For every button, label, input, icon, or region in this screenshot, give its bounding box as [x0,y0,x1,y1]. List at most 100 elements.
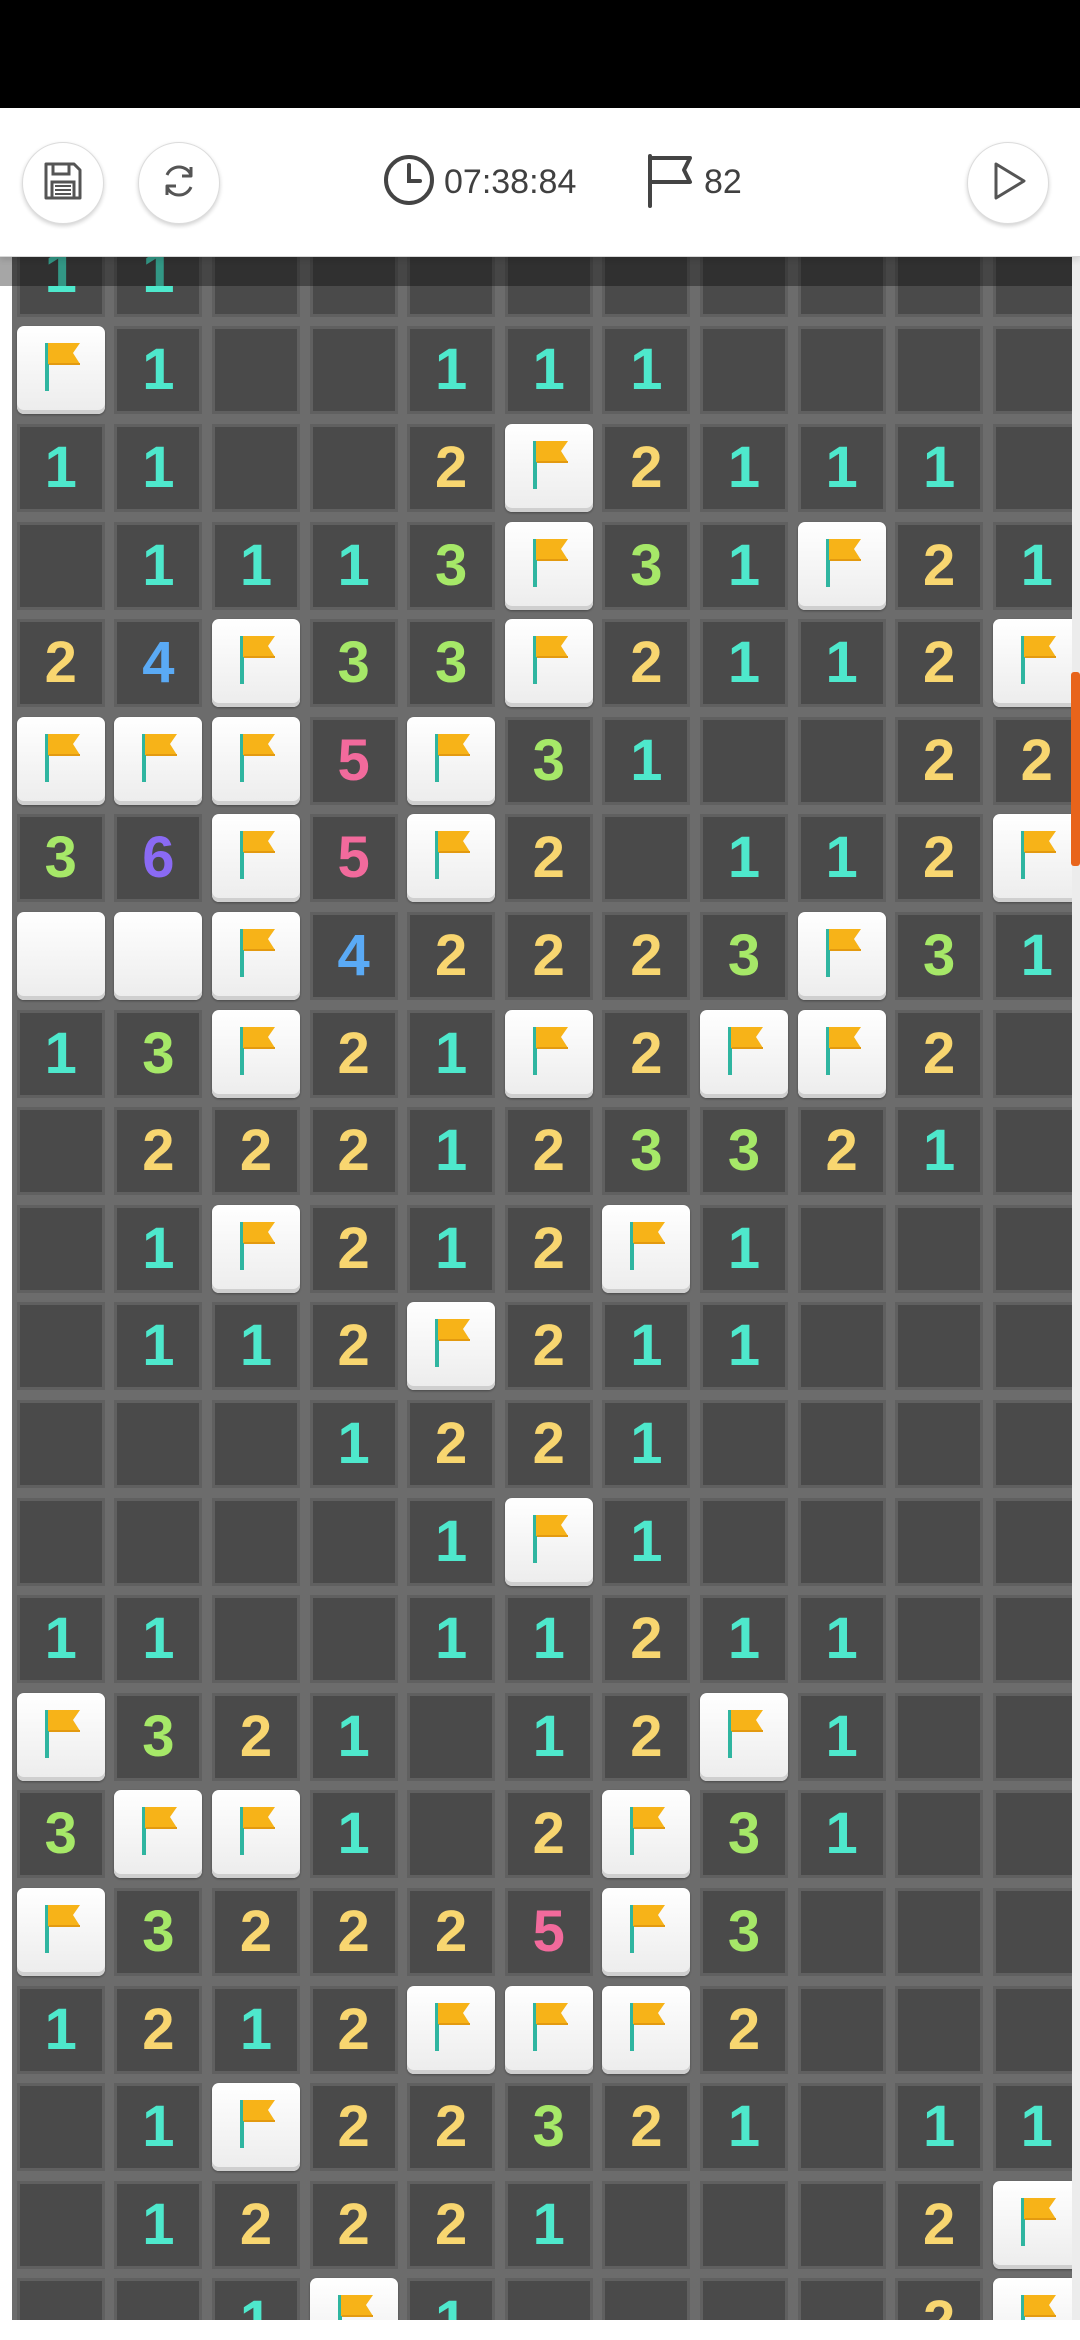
empty-cell[interactable] [895,1888,984,1976]
empty-cell[interactable] [992,1400,1080,1488]
number-cell[interactable]: 3 [114,1009,203,1098]
number-cell[interactable]: 2 [407,1888,496,1976]
number-cell[interactable]: 2 [504,912,593,1000]
empty-cell[interactable] [16,2278,105,2320]
number-cell[interactable]: 1 [504,1595,593,1684]
number-cell[interactable]: 2 [602,1595,691,1684]
number-cell[interactable]: 3 [895,912,984,1000]
number-cell[interactable]: 3 [700,1888,788,1976]
empty-cell[interactable] [16,1107,105,1196]
empty-cell[interactable] [309,424,398,512]
number-cell[interactable]: 2 [309,1888,398,1976]
number-cell[interactable]: 1 [114,326,203,415]
number-cell[interactable]: 1 [797,1790,886,1879]
empty-cell[interactable] [797,716,886,805]
number-cell[interactable]: 1 [407,326,496,415]
number-cell[interactable]: 2 [602,2083,691,2172]
flagged-cell[interactable] [16,326,105,415]
unrevealed-cell[interactable] [114,912,203,1000]
number-cell[interactable]: 4 [114,619,203,708]
empty-cell[interactable] [992,1692,1080,1781]
flagged-cell[interactable] [407,1302,496,1391]
empty-cell[interactable] [895,326,984,415]
empty-cell[interactable] [700,2180,788,2269]
flagged-cell[interactable] [700,1009,788,1098]
number-cell[interactable]: 1 [700,1204,788,1293]
number-cell[interactable]: 1 [407,2278,496,2320]
number-cell[interactable]: 2 [504,1204,593,1293]
empty-cell[interactable] [700,2278,788,2320]
empty-cell[interactable] [992,1888,1080,1976]
empty-cell[interactable] [992,1204,1080,1293]
flagged-cell[interactable] [602,1204,691,1293]
scrollbar-track[interactable] [1072,256,1080,2320]
number-cell[interactable]: 1 [797,619,886,708]
number-cell[interactable]: 2 [212,1107,300,1196]
number-cell[interactable]: 1 [602,326,691,415]
number-cell[interactable]: 5 [504,1888,593,1976]
number-cell[interactable]: 1 [602,1497,691,1586]
empty-cell[interactable] [309,1497,398,1586]
empty-cell[interactable] [895,1595,984,1684]
number-cell[interactable]: 1 [700,1302,788,1391]
flagged-cell[interactable] [797,912,886,1000]
empty-cell[interactable] [797,2278,886,2320]
empty-cell[interactable] [16,2180,105,2269]
empty-cell[interactable] [700,1497,788,1586]
unrevealed-cell[interactable] [16,912,105,1000]
flagged-cell[interactable] [504,1497,593,1586]
number-cell[interactable]: 3 [602,1107,691,1196]
flagged-cell[interactable] [114,716,203,805]
flagged-cell[interactable] [212,912,300,1000]
empty-cell[interactable] [309,1595,398,1684]
number-cell[interactable]: 1 [16,1595,105,1684]
number-cell[interactable]: 2 [407,2083,496,2172]
flagged-cell[interactable] [407,716,496,805]
number-cell[interactable]: 1 [407,1009,496,1098]
flagged-cell[interactable] [602,1888,691,1976]
number-cell[interactable]: 1 [114,521,203,610]
number-cell[interactable]: 1 [212,2278,300,2320]
number-cell[interactable]: 2 [700,1985,788,2074]
number-cell[interactable]: 1 [309,1790,398,1879]
empty-cell[interactable] [992,256,1080,317]
number-cell[interactable]: 1 [16,256,105,317]
number-cell[interactable]: 3 [16,1790,105,1879]
empty-cell[interactable] [602,2180,691,2269]
number-cell[interactable]: 2 [309,1009,398,1098]
empty-cell[interactable] [504,2278,593,2320]
empty-cell[interactable] [114,1497,203,1586]
number-cell[interactable]: 1 [700,2083,788,2172]
empty-cell[interactable] [797,2180,886,2269]
number-cell[interactable]: 1 [602,716,691,805]
number-cell[interactable]: 2 [504,1107,593,1196]
flagged-cell[interactable] [212,1009,300,1098]
flagged-cell[interactable] [16,716,105,805]
number-cell[interactable]: 1 [992,521,1080,610]
number-cell[interactable]: 2 [212,1888,300,1976]
flagged-cell[interactable] [212,1790,300,1879]
empty-cell[interactable] [895,1692,984,1781]
empty-cell[interactable] [797,1985,886,2074]
flagged-cell[interactable] [16,1692,105,1781]
empty-cell[interactable] [212,326,300,415]
flagged-cell[interactable] [602,1985,691,2074]
number-cell[interactable]: 2 [309,1302,398,1391]
flagged-cell[interactable] [992,2180,1080,2269]
empty-cell[interactable] [895,1497,984,1586]
number-cell[interactable]: 3 [407,619,496,708]
number-cell[interactable]: 1 [114,2180,203,2269]
empty-cell[interactable] [797,1400,886,1488]
empty-cell[interactable] [16,2083,105,2172]
empty-cell[interactable] [992,1107,1080,1196]
flagged-cell[interactable] [504,521,593,610]
number-cell[interactable]: 3 [504,716,593,805]
flagged-cell[interactable] [212,2083,300,2172]
empty-cell[interactable] [797,1204,886,1293]
number-cell[interactable]: 3 [504,2083,593,2172]
flagged-cell[interactable] [504,1985,593,2074]
number-cell[interactable]: 2 [407,1400,496,1488]
empty-cell[interactable] [16,1497,105,1586]
flagged-cell[interactable] [992,619,1080,708]
flagged-cell[interactable] [504,619,593,708]
